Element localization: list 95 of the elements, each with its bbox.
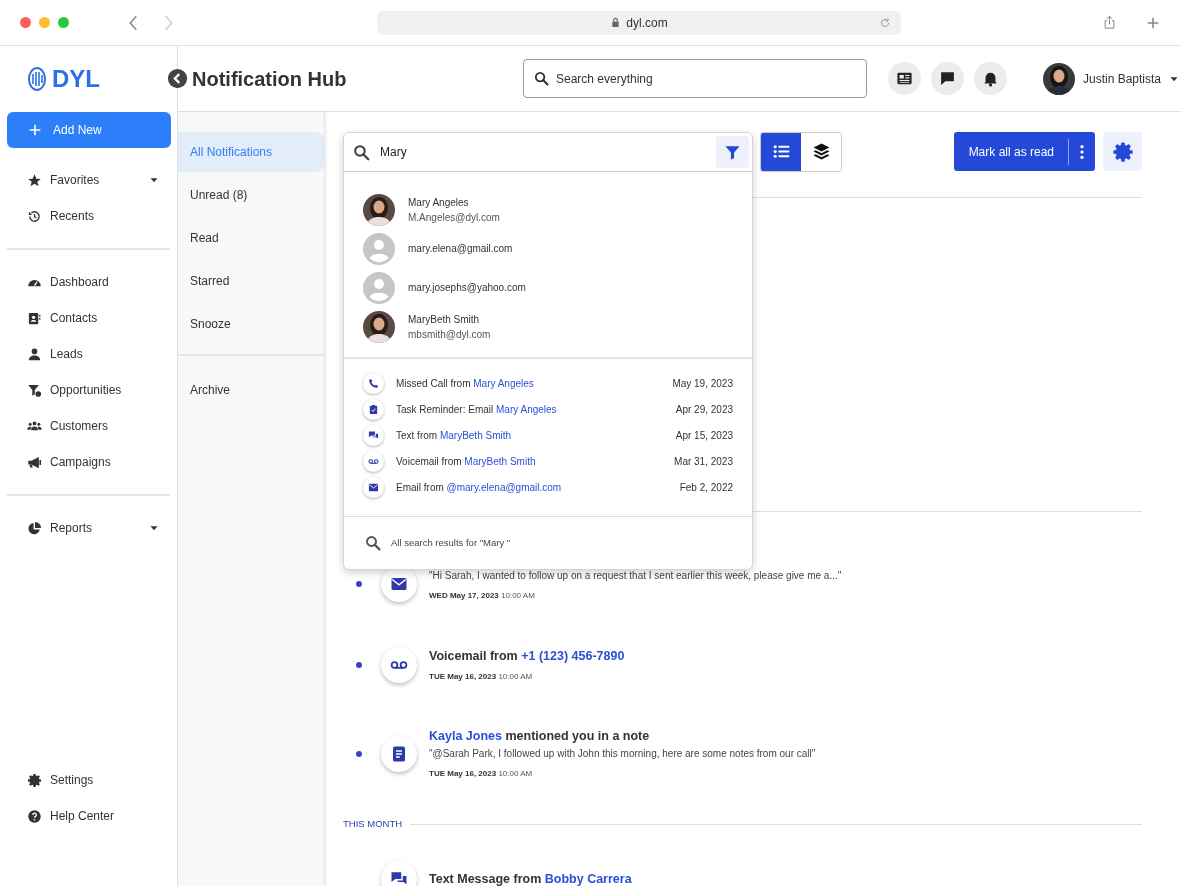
search-icon [532,70,550,87]
clipboard-icon [368,403,379,415]
search-field[interactable]: Mary [344,133,716,171]
link[interactable]: MaryBeth Smith [464,455,536,467]
plus-icon [27,122,43,138]
chat-icon [390,870,408,886]
search-field[interactable]: Search everything [522,59,867,98]
filter-item[interactable]: Archive [178,370,324,410]
settings-button[interactable] [1103,132,1142,171]
sidebar-item[interactable]: Campaigns [0,444,177,480]
link[interactable]: Mary Angeles [496,403,557,415]
all-results-link[interactable]: All search results for "Mary " [391,535,511,551]
person-icon [27,346,42,362]
note-icon [390,745,408,763]
result-text[interactable]: Missed Call from Mary Angeles [396,375,673,391]
pie-icon [27,520,42,536]
sidebar-item[interactable]: Dashboard [0,264,177,300]
contact-email: mbsmith@dyl.com [408,327,491,342]
funnel-icon [27,382,42,398]
phone-icon [368,377,379,389]
filter-item[interactable]: Read [178,218,324,258]
chat-icon [938,70,956,87]
result-text[interactable]: Task Reminder: Email Mary Angeles [396,401,676,417]
result-date: Apr 29, 2023 [675,402,733,417]
list-view-button[interactable] [761,132,801,171]
title-text: Text Message from [429,871,543,886]
notification-preview: "@Sarah Park, I followed up with John this morning, here are some notes from our call" [429,747,816,761]
sidebar-item[interactable]: Favorites [0,162,177,198]
star-icon [27,172,42,188]
share-icon[interactable] [1102,15,1117,30]
sidebar-item[interactable]: Settings [0,762,177,798]
sidebar-item[interactable]: Customers [0,408,177,444]
link[interactable]: +1 (123) 456-7890 [521,648,625,663]
settings-icon [27,772,42,788]
search-icon [364,534,382,552]
user-name[interactable]: Justin Baptista [1082,69,1161,88]
contact-name[interactable]: Mary Angeles [408,194,500,210]
sidebar-item[interactable]: Leads [0,336,177,372]
lock-icon [610,17,622,28]
megaphone-icon [27,454,42,470]
url-text: dyl.com [626,14,668,32]
link[interactable]: Kayla Jones [429,729,502,743]
layers-icon [811,142,831,161]
result-date: Feb 2, 2022 [679,480,733,495]
notification-preview: "Hi Sarah, I wanted to follow up on a request that I sent earlier this week, please give me a..." [429,568,842,583]
notification-date: WED May 17, 2023 10:00 AM [429,589,536,602]
history-icon [27,208,42,224]
notifications-button[interactable] [973,62,1007,95]
sidebar-item[interactable]: Reports [0,510,177,546]
filter-item[interactable]: Unread (8) [178,175,324,215]
directory-icon [895,70,913,87]
notification-date: TUE May 16, 2023 10:00 AM [429,670,534,683]
settings-icon [1111,140,1134,163]
link[interactable]: Bobby Carrera [544,871,632,886]
list-icon [771,142,791,161]
notification-date: TUE May 16, 2023 10:00 AM [429,768,534,780]
search-icon [352,143,371,162]
sidebar-item[interactable]: Opportunities [0,372,177,408]
add-new-button[interactable]: Add New [7,112,171,148]
page-title: Notification Hub [192,66,347,92]
directory-button[interactable] [887,62,921,95]
link[interactable]: Mary Angeles [473,377,534,389]
help-icon [27,808,42,824]
title-text: mentioned you in a note [504,729,650,743]
sidebar-item[interactable]: Contacts [0,300,177,336]
result-date: May 19, 2023 [672,376,733,391]
result-date: Mar 31, 2023 [674,454,733,469]
mark-all-read-button[interactable]: Mark all as read [953,132,1095,171]
contact-name[interactable]: MaryBeth Smith [408,311,491,327]
link[interactable]: @mary.elena@gmail.com [446,481,562,493]
email-icon [368,481,379,493]
result-text[interactable]: Voicemail from MaryBeth Smith [396,453,675,469]
filter-button[interactable] [716,136,749,168]
title-text: Voicemail from [429,648,519,663]
chat-icon [368,429,379,441]
back-icon[interactable] [167,68,188,89]
contact-email[interactable]: mary.elena@gmail.com [408,241,513,256]
logo-text: DYL [52,64,100,94]
section-label: THIS MONTH [343,817,403,831]
link[interactable]: MaryBeth Smith [439,429,512,441]
contact-email[interactable]: mary.josephs@yahoo.com [408,280,526,295]
result-text[interactable]: Text from MaryBeth Smith [396,427,676,443]
email-icon [390,575,408,593]
filter-item[interactable]: Snooze [178,304,324,344]
filter-item[interactable]: Starred [178,261,324,301]
sidebar-item[interactable]: Help Center [0,798,177,834]
logo-icon [25,67,49,91]
result-date: Apr 15, 2023 [675,428,733,443]
contact-icon [27,310,42,326]
address-bar[interactable]: dyl.com [377,10,901,35]
result-text[interactable]: Email from @mary.elena@gmail.com [396,479,680,495]
sidebar-item[interactable]: Recents [0,198,177,234]
contact-email: M.Angeles@dyl.com [408,210,500,225]
chat-button[interactable] [930,62,964,95]
window-control-icon[interactable] [20,17,31,28]
